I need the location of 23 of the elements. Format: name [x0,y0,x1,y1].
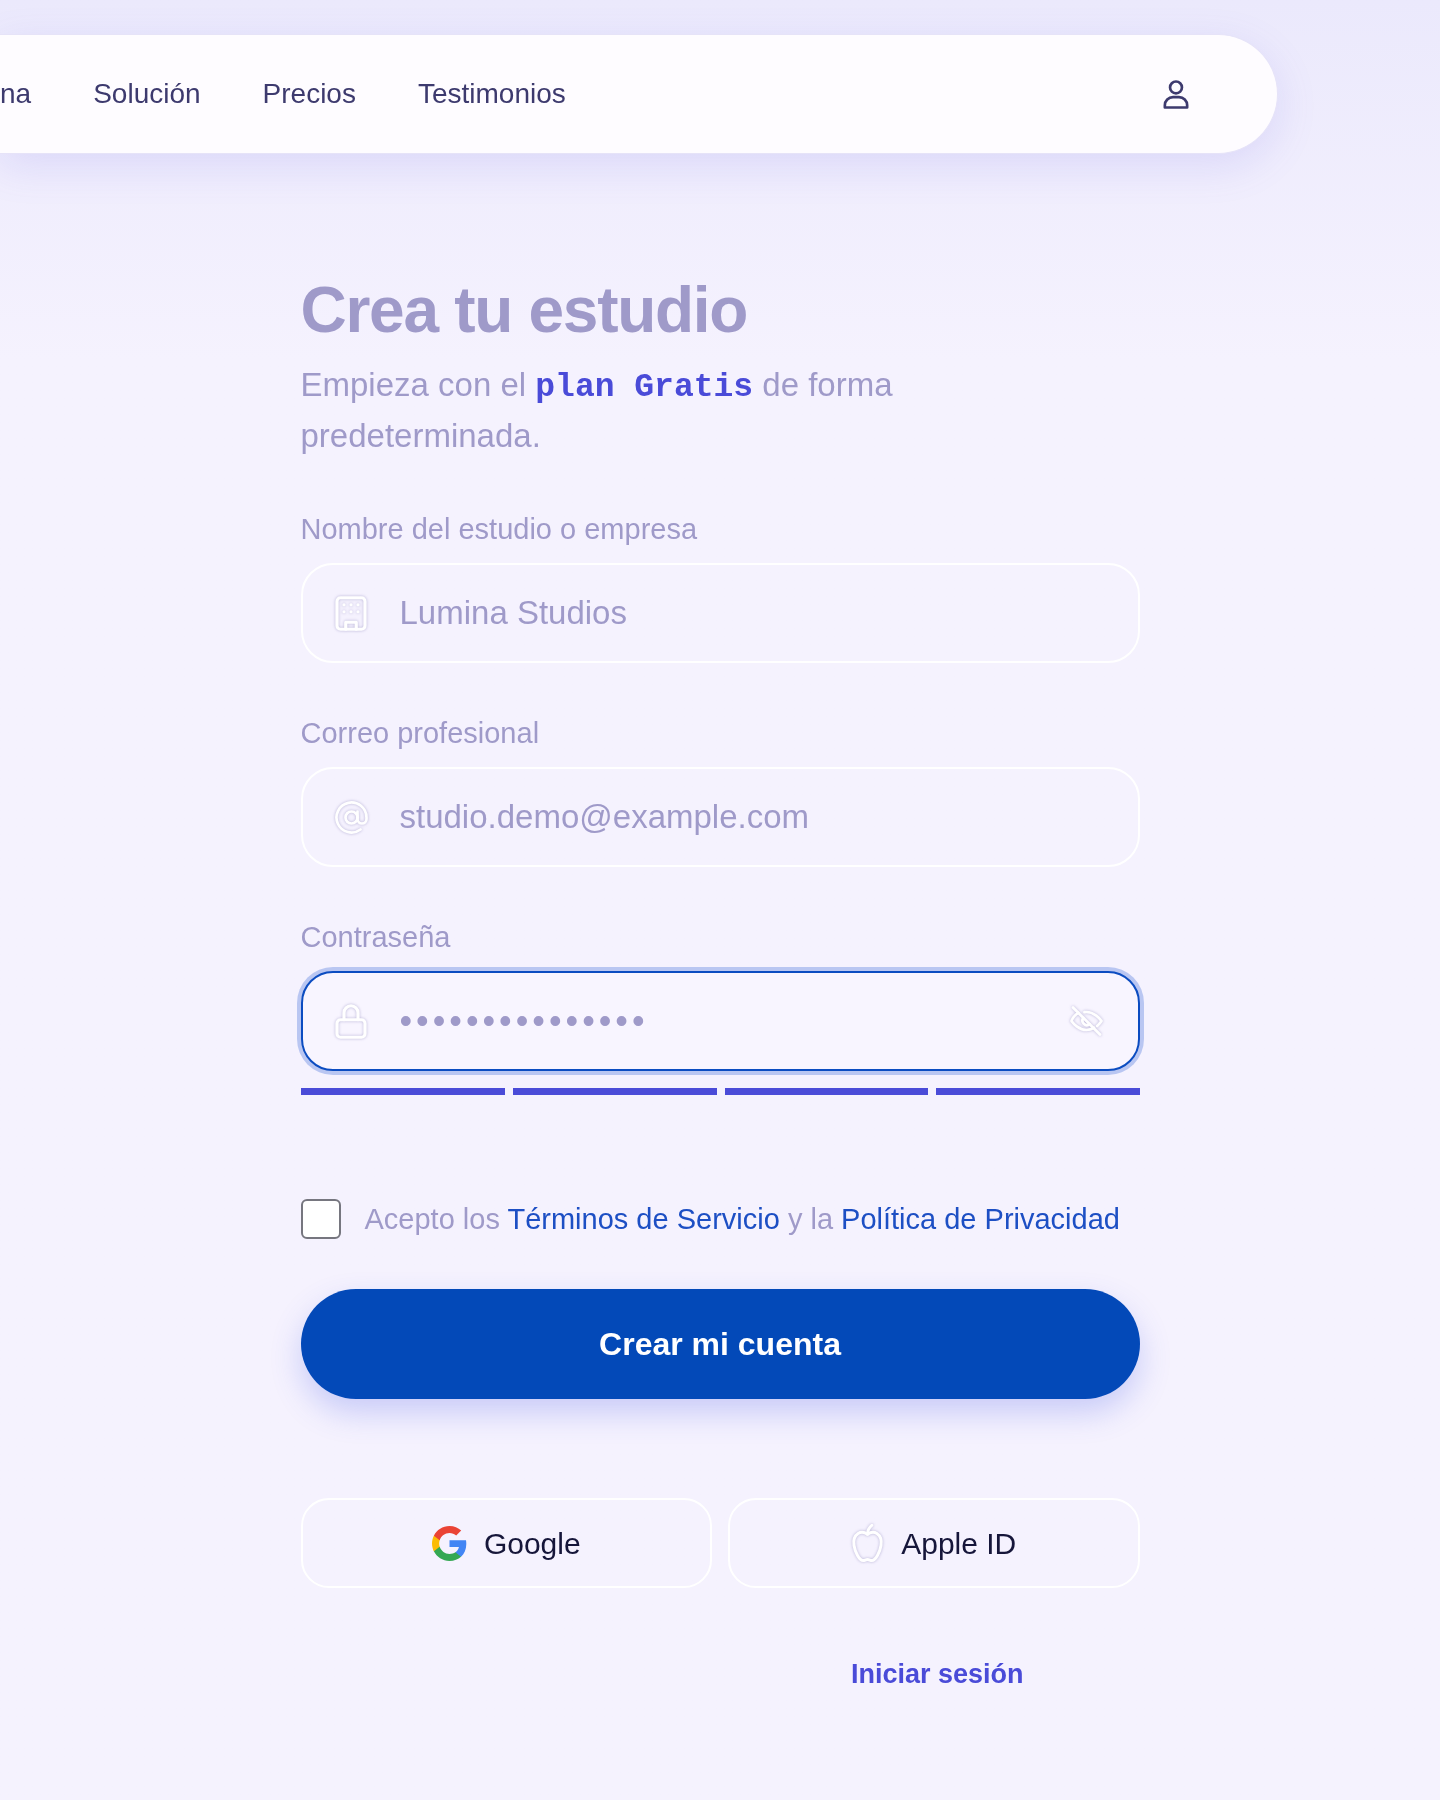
terms-text: Acepto los Términos de Servicio y la Política de Privacidad [364,1202,1120,1237]
nav-link[interactable]: Testimonios [417,73,566,115]
user-icon[interactable] [1163,79,1189,109]
field-label: Contraseña [300,920,451,955]
apple-icon [851,1524,885,1562]
privacy-link[interactable]: Política de Privacidad [841,1203,1120,1235]
field-label: Correo profesional [300,716,540,751]
field-label: Nombre del estudio o empresa [300,512,698,547]
nav-link[interactable]: Precios [262,73,356,115]
at-sign-icon [334,801,368,834]
nav-link[interactable]: Solución [93,73,201,115]
building-icon [334,596,367,631]
page-title: Crea tu estudio [300,276,748,344]
page-subtitle: Empieza con el plan Gratis de forma predeterminada. [300,365,894,456]
apple-sign-in-button[interactable]: Apple ID [728,1498,1140,1588]
nav-link[interactable]: na [0,73,32,115]
google-sign-in-button[interactable]: Google [300,1498,712,1588]
lock-icon [334,1004,367,1039]
google-logo-icon [431,1525,467,1561]
login-link[interactable]: Iniciar sesión [850,1654,1024,1694]
terms-link[interactable]: Términos de Servicio [507,1203,780,1235]
create-account-button[interactable]: Crear mi cuenta [300,1289,1140,1399]
terms-checkbox[interactable] [300,1199,341,1239]
